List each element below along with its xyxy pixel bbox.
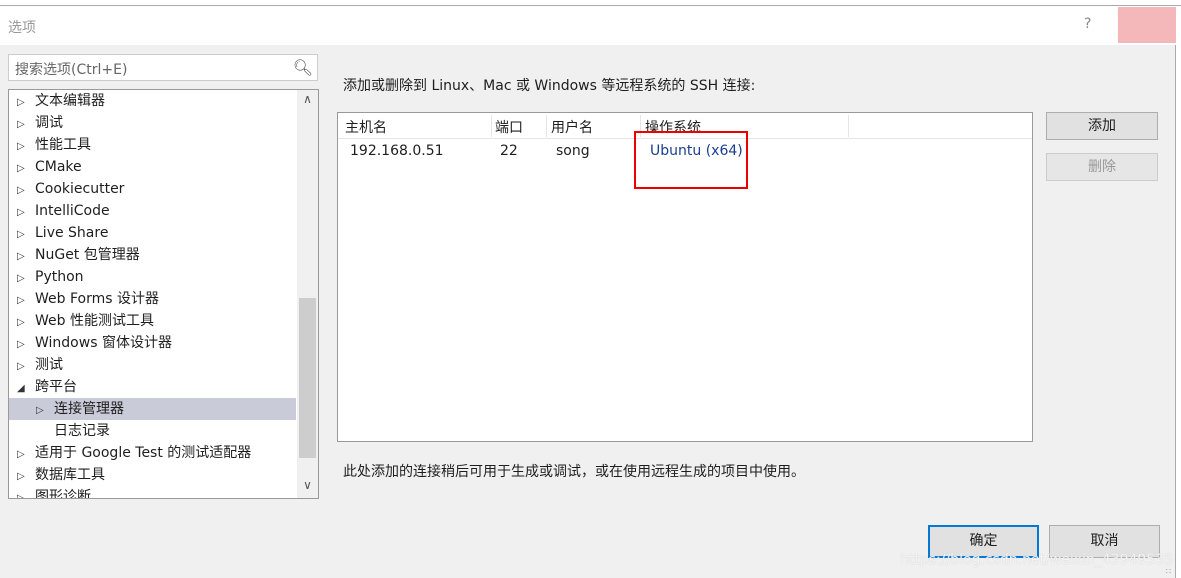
scroll-down-icon[interactable]: ∨ bbox=[297, 478, 318, 492]
column-port[interactable]: 端口 bbox=[495, 117, 523, 137]
collapsed-triangle-icon[interactable]: ▷ bbox=[17, 224, 35, 246]
scroll-up-icon[interactable]: ∧ bbox=[297, 92, 318, 106]
dialog-body: 搜索选项(Ctrl+E) 🔍︎ ▷ 文本编辑器 ▷ 调试 ▷ 性能工具 ▷ CMake ▷ Coo… bbox=[0, 45, 1176, 578]
tree-item[interactable]: ▷ Live Share bbox=[9, 222, 296, 244]
tree-item-label: IntelliCode bbox=[35, 203, 110, 219]
cell-port: 22 bbox=[500, 143, 518, 159]
collapsed-triangle-icon[interactable]: ▷ bbox=[17, 246, 35, 268]
tree-item[interactable]: ▷ IntelliCode bbox=[9, 200, 296, 222]
tree-item[interactable]: ▷ Python bbox=[9, 266, 296, 288]
tree-item[interactable]: ▷ CMake bbox=[9, 156, 296, 178]
tree-item-label: 性能工具 bbox=[35, 137, 91, 153]
tree-item[interactable]: ▷ 性能工具 bbox=[9, 134, 296, 156]
collapsed-triangle-icon[interactable]: ▷ bbox=[17, 92, 35, 114]
tree-item[interactable]: ▷ 测试 bbox=[9, 354, 296, 376]
remove-button[interactable]: 删除 bbox=[1046, 153, 1158, 181]
column-host[interactable]: 主机名 bbox=[345, 117, 387, 137]
collapsed-triangle-icon[interactable]: ▷ bbox=[17, 158, 35, 180]
tree-item[interactable]: 日志记录 bbox=[9, 420, 296, 442]
close-button[interactable] bbox=[1118, 7, 1176, 43]
collapsed-triangle-icon[interactable]: ▷ bbox=[17, 356, 35, 378]
collapsed-triangle-icon[interactable]: ▷ bbox=[17, 488, 35, 498]
tree-item[interactable]: ▷ 连接管理器 bbox=[9, 398, 296, 420]
collapsed-triangle-icon[interactable]: ▷ bbox=[17, 312, 35, 334]
tree-item-label: Web Forms 设计器 bbox=[35, 291, 159, 307]
tree-item-label: 测试 bbox=[35, 357, 63, 373]
cell-host: 192.168.0.51 bbox=[350, 143, 444, 159]
search-icon[interactable]: 🔍︎ bbox=[293, 58, 313, 77]
collapsed-triangle-icon[interactable]: ▷ bbox=[17, 290, 35, 312]
tree-item[interactable]: ▷ 图形诊断 bbox=[9, 486, 296, 499]
tree-item[interactable]: ▷ Windows 窗体设计器 bbox=[9, 332, 296, 354]
title-bar: 选项 ? bbox=[0, 7, 1181, 45]
collapsed-triangle-icon[interactable]: ▷ bbox=[36, 400, 54, 422]
collapsed-triangle-icon[interactable]: ▷ bbox=[17, 268, 35, 290]
watermark: https://blog.csdn.net/weixin_43949535 bbox=[900, 552, 1174, 568]
cell-user: song bbox=[556, 143, 590, 159]
tree-item-label: Cookiecutter bbox=[35, 181, 125, 197]
tree-item[interactable]: ▷ 数据库工具 bbox=[9, 464, 296, 486]
options-tree: ▷ 文本编辑器 ▷ 调试 ▷ 性能工具 ▷ CMake ▷ Cookiecutter ▷ Intell… bbox=[8, 89, 319, 499]
collapsed-triangle-icon[interactable]: ▷ bbox=[17, 444, 35, 466]
tree-item-label: 图形诊断 bbox=[35, 489, 91, 499]
tree-item-label: Live Share bbox=[35, 225, 109, 241]
tree-item-label: Web 性能测试工具 bbox=[35, 313, 154, 329]
tree-item-label: 日志记录 bbox=[54, 423, 110, 439]
tree-item[interactable]: ▷ 适用于 Google Test 的测试适配器 bbox=[9, 442, 296, 464]
tree-item[interactable]: ◢ 跨平台 bbox=[9, 376, 296, 398]
collapsed-triangle-icon[interactable]: ▷ bbox=[17, 466, 35, 488]
tree-item-label: 文本编辑器 bbox=[35, 93, 105, 109]
tree-item[interactable]: ▷ Cookiecutter bbox=[9, 178, 296, 200]
tree-item-label: 跨平台 bbox=[35, 379, 77, 395]
collapsed-triangle-icon[interactable]: ▷ bbox=[17, 202, 35, 224]
note-text: 此处添加的连接稍后可用于生成或调试，或在使用远程生成的项目中使用。 bbox=[343, 464, 805, 480]
tree-item-label: 数据库工具 bbox=[35, 467, 105, 483]
tree-item-label: 调试 bbox=[35, 115, 63, 131]
highlight-annotation bbox=[634, 131, 748, 189]
help-button[interactable]: ? bbox=[1084, 16, 1091, 32]
tree-item[interactable]: ▷ 文本编辑器 bbox=[9, 90, 296, 112]
tree-scrollbar[interactable]: ∧ ∨ bbox=[297, 90, 318, 498]
tree-item[interactable]: ▷ 调试 bbox=[9, 112, 296, 134]
resize-grip-icon[interactable]: ∷ bbox=[1166, 567, 1171, 576]
column-user[interactable]: 用户名 bbox=[551, 117, 593, 137]
collapsed-triangle-icon[interactable]: ▷ bbox=[17, 334, 35, 356]
expanded-triangle-icon[interactable]: ◢ bbox=[17, 378, 35, 400]
window-title: 选项 bbox=[8, 20, 36, 36]
description-text: 添加或删除到 Linux、Mac 或 Windows 等远程系统的 SSH 连接… bbox=[343, 78, 756, 94]
tree-item-label: 连接管理器 bbox=[54, 401, 124, 417]
search-input[interactable]: 搜索选项(Ctrl+E) 🔍︎ bbox=[8, 54, 318, 81]
tree-item[interactable]: ▷ Web Forms 设计器 bbox=[9, 288, 296, 310]
search-placeholder: 搜索选项(Ctrl+E) bbox=[15, 62, 128, 78]
tree-item-label: CMake bbox=[35, 159, 82, 175]
tree-item-label: Python bbox=[35, 269, 84, 285]
add-button[interactable]: 添加 bbox=[1046, 112, 1158, 140]
tree-item-label: Windows 窗体设计器 bbox=[35, 335, 172, 351]
tree-item[interactable]: ▷ Web 性能测试工具 bbox=[9, 310, 296, 332]
collapsed-triangle-icon[interactable]: ▷ bbox=[17, 114, 35, 136]
scroll-thumb[interactable] bbox=[299, 298, 316, 458]
top-strip bbox=[0, 0, 1181, 6]
tree-item[interactable]: ▷ NuGet 包管理器 bbox=[9, 244, 296, 266]
collapsed-triangle-icon[interactable]: ▷ bbox=[17, 180, 35, 202]
tree-item-label: 适用于 Google Test 的测试适配器 bbox=[35, 445, 252, 461]
collapsed-triangle-icon[interactable]: ▷ bbox=[17, 136, 35, 158]
tree-item-label: NuGet 包管理器 bbox=[35, 247, 140, 263]
